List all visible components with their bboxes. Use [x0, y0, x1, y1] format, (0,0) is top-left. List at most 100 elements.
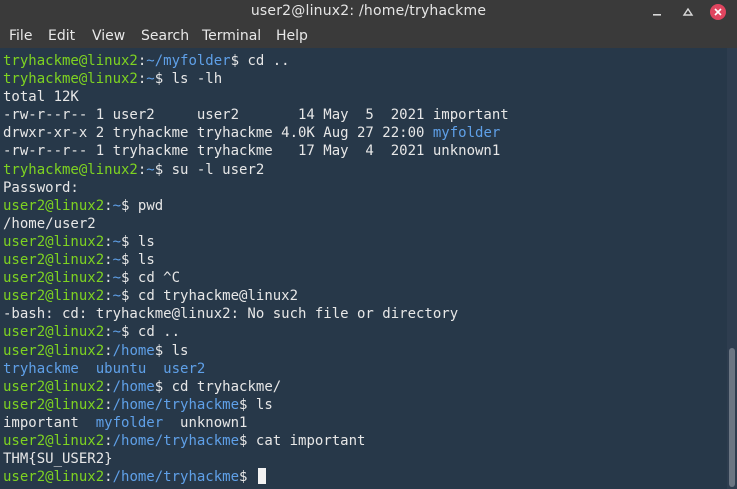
- terminal-text-segment: ~: [146, 161, 155, 178]
- window-title: user2@linux2: /home/tryhackme: [250, 3, 487, 19]
- scrollbar[interactable]: [727, 48, 737, 489]
- terminal-text-segment: $ cd ^C: [121, 270, 181, 287]
- terminal-text-segment: drwxr-xr-x 2 tryhackme tryhackme 4.0K Au…: [3, 125, 433, 142]
- terminal-line: tryhackme@linux2:~/myfolder$ cd ..: [3, 52, 509, 70]
- terminal-text-segment: ~: [112, 252, 122, 269]
- title-bar[interactable]: user2@linux2: /home/tryhackme: [0, 0, 737, 25]
- terminal-text-segment: /home: [112, 342, 155, 359]
- terminal-text-segment: $ cd ..: [230, 53, 290, 69]
- terminal-text-segment: $ su -l user2: [154, 161, 265, 178]
- terminal-text-segment: :: [104, 432, 113, 449]
- terminal-text-segment: :: [104, 396, 113, 413]
- terminal-text-segment: tryhackme: [3, 360, 79, 377]
- terminal-text-segment: total 12K: [3, 89, 79, 106]
- terminal-text-segment: :: [104, 469, 113, 486]
- terminal-text-segment: user2@linux2: [3, 233, 105, 250]
- terminal-text-segment: ~: [112, 270, 122, 287]
- terminal-window: user2@linux2: /home/tryhackme File Edit …: [0, 0, 737, 489]
- terminal-text-segment: $ ls: [154, 342, 189, 359]
- terminal-text-segment: $ ls -lh: [154, 71, 223, 88]
- menu-edit[interactable]: Edit: [48, 28, 75, 44]
- terminal-text-segment: :: [104, 342, 113, 359]
- terminal-line: THM{SU_USER2}: [3, 450, 509, 468]
- terminal-text-segment: important: [3, 414, 96, 431]
- menu-help[interactable]: Help: [276, 28, 308, 44]
- terminal-line: user2@linux2:/home/tryhackme$ cat import…: [3, 432, 509, 450]
- menu-file[interactable]: File: [9, 28, 32, 44]
- terminal-text-segment: user2@linux2: [3, 469, 105, 486]
- terminal-text-segment: :: [104, 270, 113, 287]
- terminal-output[interactable]: tryhackme@linux2:~/myfolder$ cd .. tryhac…: [0, 48, 727, 489]
- menu-terminal[interactable]: Terminal: [202, 28, 261, 44]
- terminal-text-segment: ~: [112, 233, 122, 250]
- terminal-text-segment: -rw-r--r-- 1 user2 user2 14 May 5 2021 i…: [3, 107, 509, 124]
- terminal-line: -rw-r--r-- 1 tryhackme tryhackme 17 May …: [3, 142, 509, 160]
- terminal-line: user2@linux2:/home/tryhackme$ ls: [3, 396, 509, 414]
- terminal-text-segment: user2@linux2: [3, 396, 105, 413]
- terminal-line: drwxr-xr-x 2 tryhackme tryhackme 4.0K Au…: [3, 124, 509, 142]
- terminal-text-segment: $ pwd: [121, 197, 164, 214]
- terminal-text-segment: ~: [146, 71, 155, 88]
- terminal-line: tryhackme ubuntu user2: [3, 360, 509, 378]
- terminal-text-segment: :: [104, 288, 113, 305]
- terminal-text-segment: ~/myfolder: [146, 53, 231, 69]
- terminal-text-segment: :: [104, 233, 113, 250]
- terminal-text-segment: $ cat important: [239, 432, 366, 449]
- terminal-text-segment: user2: [163, 360, 206, 377]
- terminal-text-segment: user2@linux2: [3, 252, 105, 269]
- maximize-icon[interactable]: [679, 3, 697, 21]
- terminal-line: user2@linux2:~$ ls: [3, 251, 509, 269]
- terminal-text-segment: /home/tryhackme: [112, 469, 240, 486]
- terminal-line: /home/user2: [3, 215, 509, 233]
- terminal-line: -rw-r--r-- 1 user2 user2 14 May 5 2021 i…: [3, 106, 509, 124]
- terminal-line: user2@linux2:~$ ls: [3, 233, 509, 251]
- terminal-text-segment: $ ls: [121, 252, 155, 269]
- terminal-text-segment: user2@linux2: [3, 378, 105, 395]
- terminal-text-segment: /home/tryhackme: [112, 396, 240, 413]
- menu-view[interactable]: View: [92, 28, 125, 44]
- terminal-text-segment: unknown1: [163, 414, 248, 431]
- terminal-text-segment: myfolder: [432, 125, 501, 142]
- scrollbar-thumb[interactable]: [729, 348, 735, 487]
- terminal-line: user2@linux2:~$ cd ..: [3, 323, 509, 341]
- terminal-text-segment: user2@linux2: [3, 342, 105, 359]
- terminal-text-segment: -bash: cd: tryhackme@linux2: No such fil…: [3, 306, 459, 323]
- text-cursor: [257, 468, 266, 485]
- terminal-text-segment: ubuntu: [95, 360, 147, 377]
- terminal-line: user2@linux2:~$ pwd: [3, 197, 509, 215]
- terminal-text-segment: $ cd tryhackme@linux2: [121, 288, 299, 305]
- terminal-line: important myfolder unknown1: [3, 414, 509, 432]
- terminal-text-segment: tryhackme@linux2: [3, 161, 138, 178]
- terminal-text-segment: $ cd tryhackme/: [154, 378, 282, 395]
- terminal-text-segment: $ ls: [121, 233, 155, 250]
- terminal-lines: tryhackme@linux2:~/myfolder$ cd .. tryhac…: [3, 52, 509, 486]
- terminal-text-segment: /home/tryhackme: [112, 432, 240, 449]
- terminal-text-segment: Password:: [3, 179, 79, 196]
- terminal-text-segment: tryhackme@linux2: [3, 71, 138, 88]
- terminal-text-segment: user2@linux2: [3, 270, 105, 287]
- menu-bar: File Edit View Search Terminal Help: [0, 25, 737, 48]
- terminal-text-segment: -rw-r--r-- 1 tryhackme tryhackme 17 May …: [3, 143, 501, 160]
- terminal-text-segment: tryhackme@linux2: [3, 53, 138, 69]
- terminal-text-segment: myfolder: [95, 414, 164, 431]
- terminal-line: user2@linux2:~$ cd ^C: [3, 269, 509, 287]
- terminal-text-segment: ~: [112, 324, 122, 341]
- terminal-text-segment: ~: [112, 288, 122, 305]
- terminal-text-segment: /home/user2: [3, 215, 96, 232]
- terminal-line: tryhackme@linux2:~$ ls -lh: [3, 70, 509, 88]
- terminal-text-segment: user2@linux2: [3, 288, 105, 305]
- terminal-line: tryhackme@linux2:~$ su -l user2: [3, 161, 509, 179]
- terminal-text-segment: $ ls: [239, 396, 273, 413]
- terminal-text-segment: :: [104, 252, 113, 269]
- terminal-text-segment: user2@linux2: [3, 324, 105, 341]
- terminal-line: -bash: cd: tryhackme@linux2: No such fil…: [3, 305, 509, 323]
- menu-search[interactable]: Search: [141, 28, 189, 44]
- terminal-line: user2@linux2:/home$ cd tryhackme/: [3, 378, 509, 396]
- close-icon[interactable]: [709, 3, 727, 21]
- minimize-icon[interactable]: [648, 3, 666, 21]
- terminal-line: user2@linux2:/home/tryhackme$: [3, 468, 509, 486]
- terminal-text-segment: :: [104, 324, 113, 341]
- terminal-text-segment: $ cd ..: [121, 324, 181, 341]
